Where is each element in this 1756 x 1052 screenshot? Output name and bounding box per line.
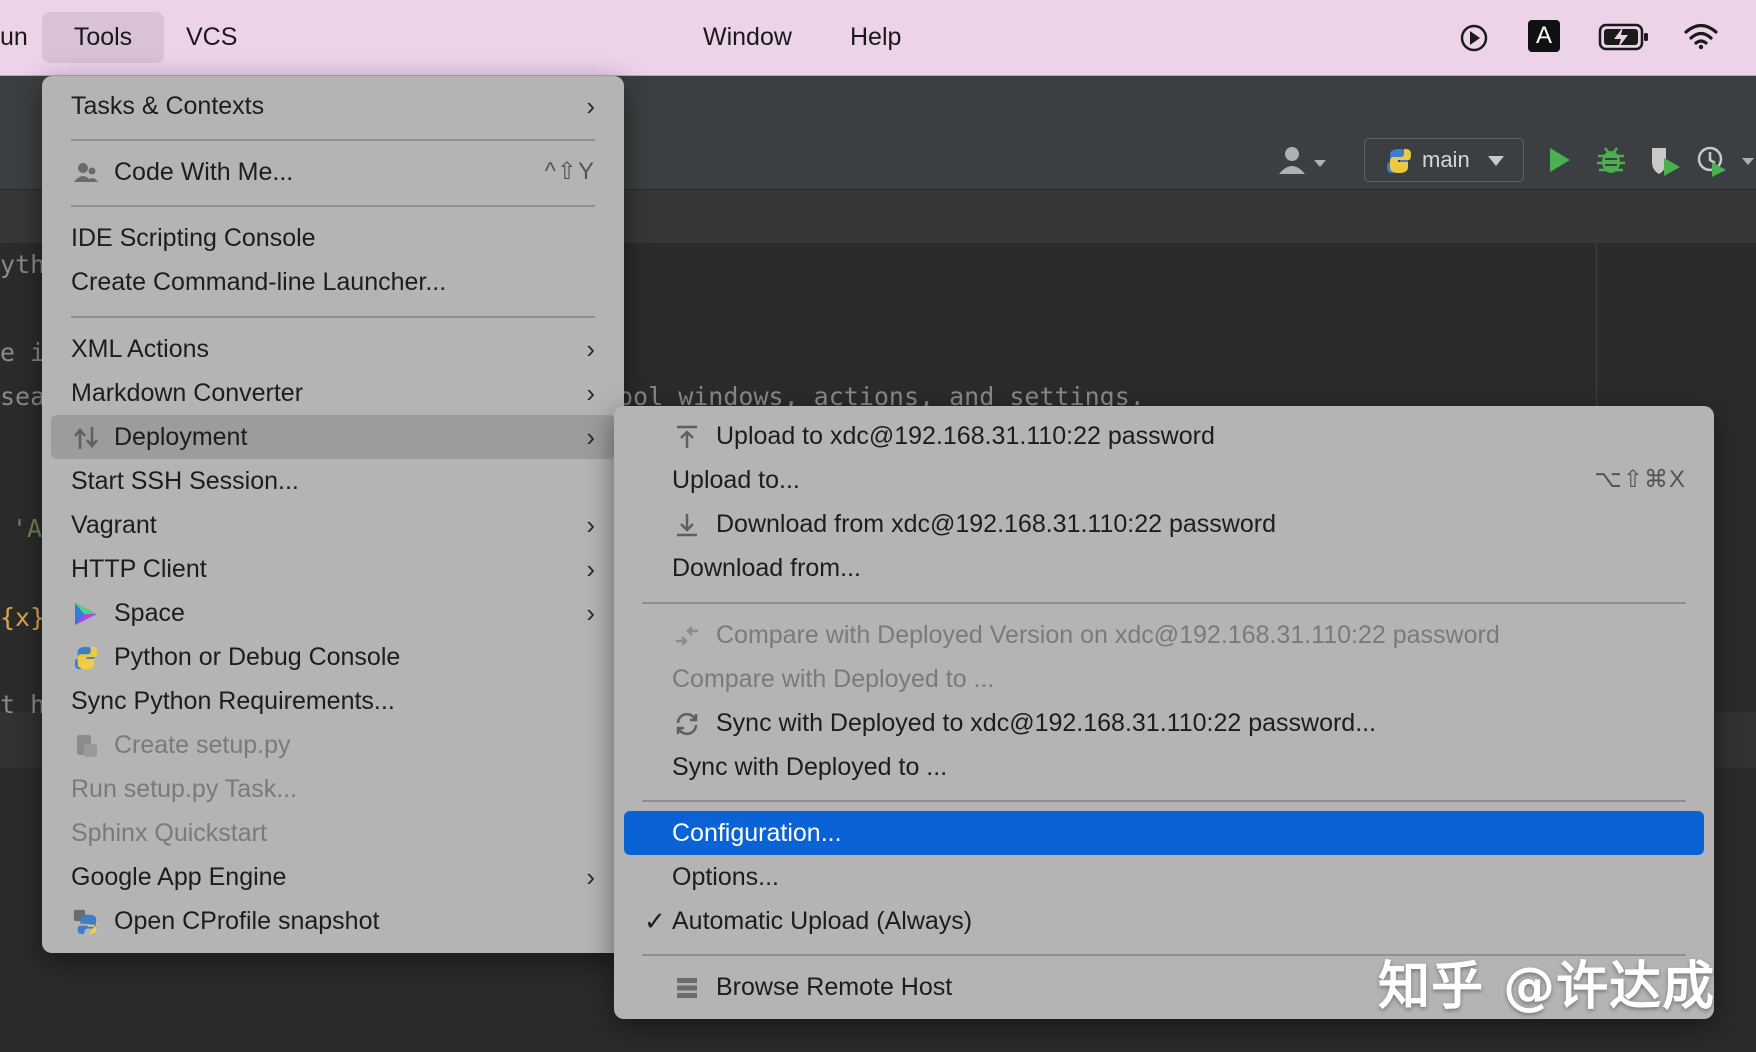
download-icon — [677, 514, 697, 537]
chevron-right-icon: › — [586, 334, 595, 364]
menu-item-open-cprofile-snapshot[interactable]: Open CProfile snapshot — [51, 899, 615, 943]
menu-item-sync-with-deployed-server[interactable]: Sync with Deployed to xdc@192.168.31.110… — [624, 701, 1704, 745]
menu-bar: un Tools VCS Window Help A — [0, 0, 1756, 76]
space-icon — [75, 603, 97, 625]
menu-separator — [71, 316, 595, 318]
menu-separator — [71, 139, 595, 141]
code-fragment: yth — [0, 250, 46, 279]
watermark: 知乎 @许达成 — [1378, 957, 1716, 1017]
menu-item-sphinx-quickstart: Sphinx Quickstart — [71, 819, 267, 847]
menubar-tools[interactable]: Tools — [42, 12, 164, 63]
menu-item-deployment[interactable]: Deployment › — [51, 415, 615, 459]
menu-separator — [71, 205, 595, 207]
menu-separator — [642, 800, 1686, 802]
menu-item-options[interactable]: Options... — [624, 855, 1704, 899]
menu-item-code-with-me[interactable]: Code With Me... ^⇧Y — [51, 150, 615, 194]
menu-item-google-app-engine[interactable]: Google App Engine › — [51, 855, 615, 899]
run-configuration-label: main — [1422, 147, 1470, 172]
menu-item-ide-scripting-console[interactable]: IDE Scripting Console — [51, 216, 615, 260]
checkmark-icon: ✓ — [644, 906, 666, 936]
menu-item-create-command-line-launcher[interactable]: Create Command-line Launcher... — [51, 260, 615, 304]
menu-item-sync-with-deployed-to[interactable]: Sync with Deployed to ... — [624, 745, 1704, 789]
menu-item-vagrant[interactable]: Vagrant › — [51, 503, 615, 547]
chevron-right-icon: › — [586, 378, 595, 408]
chevron-right-icon: › — [586, 598, 595, 628]
menu-item-upload-to-server[interactable]: Upload to xdc@192.168.31.110:22 password — [624, 414, 1704, 458]
compare-icon — [676, 626, 698, 646]
python-icon — [74, 646, 98, 670]
cprofile-icon — [73, 909, 99, 935]
python-icon — [1387, 149, 1411, 173]
menu-item-markdown-converter[interactable]: Markdown Converter › — [51, 371, 615, 415]
menu-item-python-debug-console[interactable]: Python or Debug Console — [51, 635, 615, 679]
menubar-vcs[interactable]: VCS — [186, 12, 237, 63]
code-with-me-icon — [74, 163, 98, 182]
menu-item-tasks-contexts[interactable]: Tasks & Contexts › — [51, 84, 615, 128]
chevron-down-icon — [1488, 156, 1504, 166]
menu-item-http-client[interactable]: HTTP Client › — [51, 547, 615, 591]
menu-item-compare-deployed-version: Compare with Deployed Version on xdc@192… — [624, 613, 1704, 657]
menu-item-configuration[interactable]: Configuration... — [624, 811, 1704, 855]
menu-item-start-ssh-session[interactable]: Start SSH Session... — [51, 459, 615, 503]
deployment-submenu: Upload to xdc@192.168.31.110:22 password… — [614, 406, 1714, 1019]
menu-item-create-setup-py: Create setup.py — [51, 723, 615, 767]
wifi-icon[interactable] — [1684, 22, 1718, 50]
profile-icon[interactable] — [1696, 144, 1756, 178]
deployment-icon — [74, 427, 98, 449]
menu-item-compare-deployed-to: Compare with Deployed to ... — [672, 665, 995, 693]
run-with-coverage-icon[interactable] — [1648, 144, 1682, 178]
menu-item-download-from[interactable]: Download from... — [624, 546, 1704, 590]
setup-py-icon — [77, 735, 97, 757]
run-icon[interactable] — [1546, 146, 1572, 174]
debug-icon[interactable] — [1596, 144, 1626, 176]
code-fragment: {x} — [0, 603, 46, 632]
menubar-help[interactable]: Help — [850, 12, 901, 63]
chevron-right-icon: › — [586, 510, 595, 540]
menu-item-download-from-server[interactable]: Download from xdc@192.168.31.110:22 pass… — [624, 502, 1704, 546]
chevron-right-icon: › — [586, 554, 595, 584]
menu-item-space[interactable]: Space › — [51, 591, 615, 635]
code-fragment: t h — [0, 690, 46, 719]
menu-item-upload-to[interactable]: Upload to... ⌥⇧⌘X — [624, 458, 1704, 502]
menu-separator — [642, 602, 1686, 604]
menubar-window[interactable]: Window — [703, 12, 792, 63]
menubar-run[interactable]: un — [0, 12, 28, 63]
sync-icon — [676, 712, 698, 736]
user-account-icon[interactable] — [1276, 144, 1330, 178]
menu-item-xml-actions[interactable]: XML Actions › — [51, 327, 615, 371]
menu-item-automatic-upload[interactable]: ✓ Automatic Upload (Always) — [624, 899, 1704, 943]
battery-charging-icon[interactable] — [1598, 22, 1650, 52]
upload-icon — [677, 425, 697, 448]
input-source-icon[interactable]: A — [1528, 20, 1560, 52]
code-fragment: e i — [0, 338, 46, 367]
chevron-right-icon: › — [586, 91, 595, 121]
screen-recording-icon[interactable] — [1460, 18, 1488, 58]
code-fragment: sea — [0, 382, 46, 411]
browse-remote-host-icon — [677, 978, 697, 998]
menu-item-sync-python-requirements[interactable]: Sync Python Requirements... — [51, 679, 615, 723]
chevron-right-icon: › — [586, 422, 595, 452]
run-configuration-selector[interactable]: main — [1364, 138, 1524, 182]
code-fragment: 'A — [12, 514, 43, 543]
chevron-right-icon: › — [586, 862, 595, 892]
tools-menu: Tasks & Contexts › Code With Me... ^⇧Y I… — [42, 76, 624, 953]
menu-item-run-setup-py-task: Run setup.py Task... — [71, 775, 298, 803]
